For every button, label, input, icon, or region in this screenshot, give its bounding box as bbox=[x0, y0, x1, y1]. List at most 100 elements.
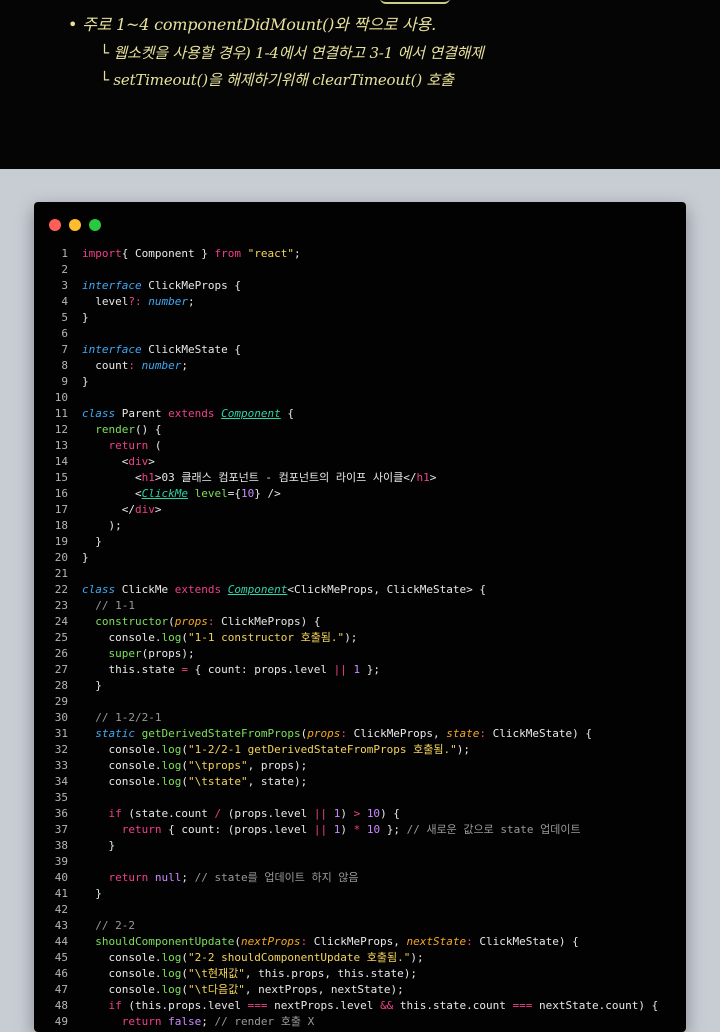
code-token: ; bbox=[293, 247, 301, 260]
code-token: nextState.count) { bbox=[532, 999, 659, 1012]
code-token: render bbox=[95, 423, 135, 436]
code-token: class bbox=[82, 583, 116, 596]
code-token: "2-2 shouldComponentUpdate 호출됨." bbox=[187, 951, 411, 964]
code-token: props bbox=[174, 615, 208, 628]
line-number: 32 bbox=[54, 743, 68, 756]
code-token: number bbox=[141, 359, 182, 372]
code-token: </ bbox=[82, 503, 135, 516]
code-text: } bbox=[82, 838, 115, 854]
code-line: 47 console.log("\t다음값", nextProps, nextS… bbox=[34, 982, 686, 998]
code-token: // 1-1 bbox=[82, 599, 135, 612]
code-line: 11 class Parent extends Component { bbox=[34, 406, 686, 422]
line-number: 26 bbox=[54, 647, 68, 660]
code-token: ( bbox=[181, 743, 188, 756]
close-dot-icon[interactable] bbox=[49, 219, 61, 231]
code-token: ) { bbox=[380, 807, 400, 820]
code-token: null bbox=[154, 871, 182, 884]
code-token: return bbox=[108, 871, 149, 884]
code-token: div bbox=[134, 503, 155, 516]
code-text: class ClickMe extends Component<ClickMeP… bbox=[82, 582, 486, 598]
code-line: 35 bbox=[34, 790, 686, 806]
code-token: ) bbox=[340, 823, 354, 836]
code-text: console.log("1-1 constructor 호출됨."); bbox=[82, 630, 357, 646]
code-line: 31 static getDerivedStateFromProps(props… bbox=[34, 726, 686, 742]
code-token: // 새로운 값으로 state 업데이트 bbox=[406, 823, 581, 836]
code-token: > bbox=[148, 455, 155, 468]
line-number: 41 bbox=[54, 887, 68, 900]
code-line: 22 class ClickMe extends Component<ClickM… bbox=[34, 582, 686, 598]
minimize-dot-icon[interactable] bbox=[69, 219, 81, 231]
code-token: Parent bbox=[115, 407, 169, 420]
code-token: getDerivedStateFromProps bbox=[141, 727, 301, 740]
code-line: 33 console.log("\tprops", props); bbox=[34, 758, 686, 774]
code-token: "1-1 constructor 호출됨." bbox=[187, 631, 345, 644]
line-number: 40 bbox=[54, 871, 68, 884]
code-token: if bbox=[108, 999, 122, 1012]
code-token: nextState bbox=[406, 935, 467, 948]
code-line: 26 super(props); bbox=[34, 646, 686, 662]
code-token: constructor bbox=[95, 615, 169, 628]
code-text: <h1>03 클래스 컴포넌트 - 컴포넌트의 라이프 사이클</h1> bbox=[82, 470, 436, 486]
line-number: 23 bbox=[54, 599, 68, 612]
line-number: 4 bbox=[61, 295, 68, 308]
line-number: 2 bbox=[61, 263, 68, 276]
code-text: } bbox=[82, 886, 102, 902]
line-number: 19 bbox=[54, 535, 68, 548]
line-number: 39 bbox=[54, 855, 68, 868]
code-line: 24 constructor(props: ClickMeProps) { bbox=[34, 614, 686, 630]
code-token: : bbox=[128, 359, 135, 372]
code-token: () { bbox=[135, 423, 162, 436]
code-token: count bbox=[82, 359, 129, 372]
code-token: ClickMeState) { bbox=[472, 935, 579, 948]
code-token: }; bbox=[380, 823, 407, 836]
line-number: 29 bbox=[54, 695, 68, 708]
code-token: 10 bbox=[240, 487, 255, 500]
code-line: 5} bbox=[34, 310, 686, 326]
code-token: return bbox=[108, 439, 149, 452]
code-token: log bbox=[161, 951, 182, 964]
code-line: 25 console.log("1-1 constructor 호출됨."); bbox=[34, 630, 686, 646]
code-token: (props); bbox=[141, 647, 195, 660]
code-token: ( bbox=[234, 935, 241, 948]
code-token: ={ bbox=[227, 487, 241, 500]
code-text: count: number; bbox=[82, 358, 188, 374]
line-number: 18 bbox=[54, 519, 68, 532]
code-token: number bbox=[148, 295, 188, 308]
code-text: shouldComponentUpdate(nextProps: ClickMe… bbox=[82, 934, 579, 950]
code-line: 48 if (this.props.level === nextProps.le… bbox=[34, 998, 686, 1014]
code-token: >03 클래스 컴포넌트 - 컴포넌트의 라이프 사이클</ bbox=[154, 471, 417, 484]
code-token: interface bbox=[82, 343, 142, 356]
code-token: ( bbox=[181, 967, 188, 980]
code-block: 1 import{ Component } from "react"; 2 3 inte… bbox=[34, 246, 686, 1030]
code-token: console. bbox=[82, 951, 162, 964]
code-token: state bbox=[446, 727, 480, 740]
code-text: <ClickMe level={10} /> bbox=[82, 486, 281, 502]
code-text: // 2-2 bbox=[82, 918, 135, 934]
code-token: static bbox=[95, 727, 135, 740]
code-token: <ClickMeProps, ClickMeState> { bbox=[287, 583, 487, 596]
code-text: return { count: (props.level || 1) * 10 … bbox=[82, 822, 581, 838]
code-line: 29 bbox=[34, 694, 686, 710]
code-text: this.state = { count: props.level || 1 }… bbox=[82, 662, 380, 678]
code-text: return false; // render 호출 X bbox=[82, 1014, 314, 1030]
code-token: props bbox=[307, 727, 341, 740]
maximize-dot-icon[interactable] bbox=[89, 219, 101, 231]
code-token: } bbox=[82, 535, 102, 548]
code-text: console.log("\tprops", props); bbox=[82, 758, 307, 774]
note-line-3: └ setTimeout()을 해제하기위해 clearTimeout() 호출 bbox=[100, 71, 454, 89]
line-number: 28 bbox=[54, 679, 68, 692]
line-number: 35 bbox=[54, 791, 68, 804]
code-token: console. bbox=[82, 631, 162, 644]
code-text: return ( bbox=[82, 438, 162, 454]
code-token: < bbox=[82, 471, 142, 484]
